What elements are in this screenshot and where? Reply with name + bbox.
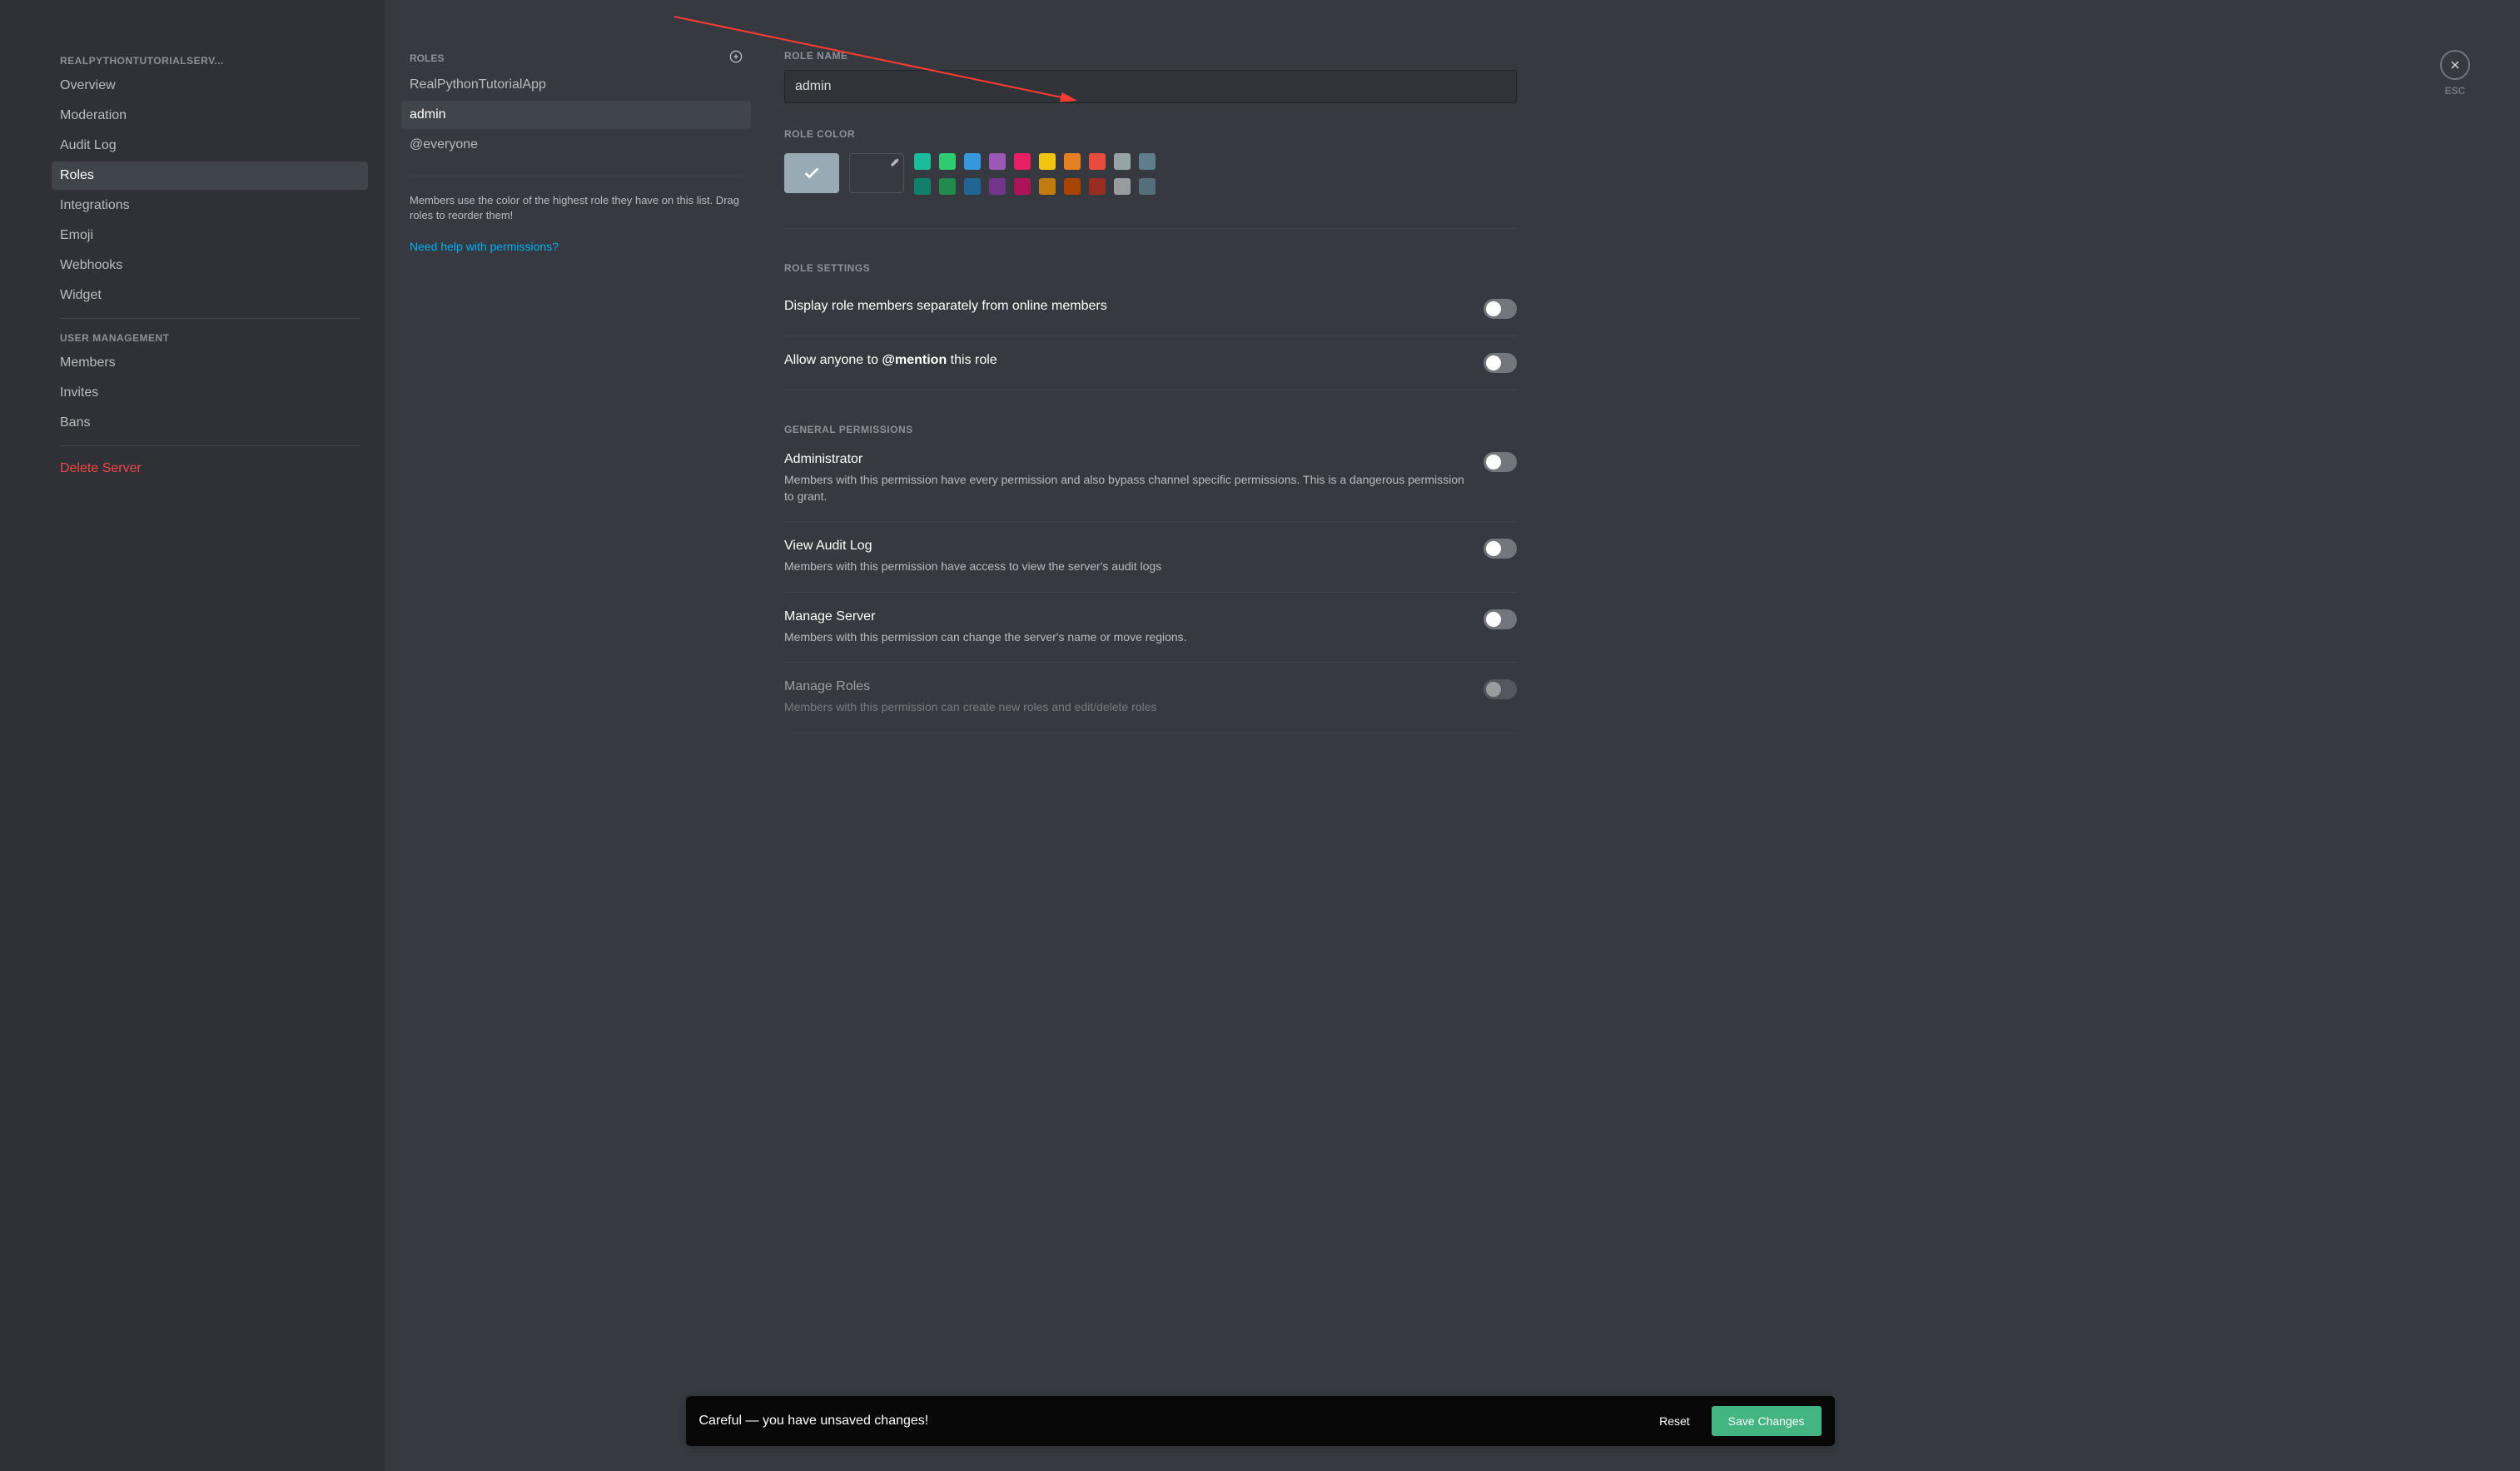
sidebar-item-members[interactable]: Members [52,349,368,377]
color-swatch[interactable] [989,178,1006,195]
color-swatch[interactable] [1064,153,1081,170]
sidebar-item-audit-log[interactable]: Audit Log [52,132,368,160]
allow-mention-prefix: Allow anyone to [784,353,882,367]
manage-server-row: Manage Server Members with this permissi… [784,593,1517,663]
divider [60,318,360,319]
esc-label: ESC [2445,85,2466,97]
add-role-icon[interactable] [729,50,743,66]
sidebar-item-bans[interactable]: Bans [52,409,368,437]
allow-mention-row: Allow anyone to @mention this role [784,336,1517,390]
delete-server-button[interactable]: Delete Server [52,455,368,483]
manage-server-desc: Members with this permission can change … [784,629,1467,646]
color-swatch[interactable] [1139,178,1156,195]
color-swatch[interactable] [939,153,956,170]
role-item[interactable]: admin [401,101,751,129]
view-audit-log-toggle[interactable] [1484,539,1517,559]
save-changes-button[interactable]: Save Changes [1712,1406,1822,1436]
display-separately-row: Display role members separately from onl… [784,282,1517,336]
unsaved-message: Careful — you have unsaved changes! [699,1414,1647,1429]
color-swatch[interactable] [964,178,981,195]
color-swatch[interactable] [1064,178,1081,195]
sidebar-item-moderation[interactable]: Moderation [52,102,368,130]
color-swatch[interactable] [1039,178,1056,195]
check-icon [803,164,821,182]
divider [784,228,1517,229]
role-item[interactable]: RealPythonTutorialApp [401,71,751,99]
permissions-help-link[interactable]: Need help with permissions? [401,240,751,253]
view-audit-log-row: View Audit Log Members with this permiss… [784,522,1517,593]
display-separately-label: Display role members separately from onl… [784,299,1467,314]
roles-list-column: Roles RealPythonTutorialAppadmin@everyon… [385,0,768,1471]
color-swatch[interactable] [1114,178,1131,195]
user-management-header: User Management [52,327,368,349]
sidebar-item-webhooks[interactable]: Webhooks [52,251,368,280]
role-name-label: Role Name [784,50,1517,62]
unsaved-changes-bar: Careful — you have unsaved changes! Rese… [686,1396,1835,1446]
allow-mention-toggle[interactable] [1484,353,1517,373]
display-separately-toggle[interactable] [1484,299,1517,319]
close-icon [2448,58,2462,72]
sidebar-item-widget[interactable]: Widget [52,281,368,310]
role-editor-column: Role Name Role Color Role Settings Displ… [768,0,2520,1471]
close-area: ESC [2440,50,2470,97]
view-audit-log-desc: Members with this permission have access… [784,559,1467,575]
eyedropper-icon [890,157,900,170]
color-swatch[interactable] [964,153,981,170]
manage-roles-row: Manage Roles Members with this permissio… [784,663,1517,733]
manage-roles-toggle[interactable] [1484,679,1517,699]
manage-server-title: Manage Server [784,609,1467,624]
roles-hint-text: Members use the color of the highest rol… [401,193,751,223]
sidebar-item-emoji[interactable]: Emoji [52,221,368,250]
left-sidebar: REALPYTHONTUTORIALSERV... OverviewModera… [0,0,385,1471]
administrator-toggle[interactable] [1484,452,1517,472]
color-swatch[interactable] [1089,178,1106,195]
sidebar-item-roles[interactable]: Roles [52,162,368,190]
divider [60,445,360,446]
administrator-desc: Members with this permission have every … [784,472,1467,504]
reset-button[interactable]: Reset [1646,1408,1703,1434]
manage-roles-title: Manage Roles [784,679,1467,694]
manage-server-toggle[interactable] [1484,609,1517,629]
allow-mention-suffix: this role [947,353,997,367]
close-button[interactable] [2440,50,2470,80]
roles-column-title: Roles [410,52,444,64]
color-palette [914,153,1156,195]
role-settings-header: Role Settings [784,262,1517,274]
administrator-title: Administrator [784,452,1467,467]
color-swatch[interactable] [1014,153,1031,170]
custom-color-swatch[interactable] [849,153,904,193]
view-audit-log-title: View Audit Log [784,539,1467,554]
sidebar-item-invites[interactable]: Invites [52,379,368,407]
color-swatch[interactable] [1039,153,1056,170]
allow-mention-bold: @mention [882,353,947,367]
server-name-header: REALPYTHONTUTORIALSERV... [52,50,368,72]
manage-roles-desc: Members with this permission can create … [784,699,1467,716]
color-swatch[interactable] [914,153,931,170]
administrator-row: Administrator Members with this permissi… [784,435,1517,522]
allow-mention-label: Allow anyone to @mention this role [784,353,1467,368]
role-item[interactable]: @everyone [401,131,751,159]
color-swatch[interactable] [1139,153,1156,170]
color-swatch[interactable] [1014,178,1031,195]
color-swatch[interactable] [1089,153,1106,170]
color-swatch[interactable] [989,153,1006,170]
sidebar-item-overview[interactable]: Overview [52,72,368,100]
sidebar-item-integrations[interactable]: Integrations [52,191,368,220]
default-color-swatch[interactable] [784,153,839,193]
role-name-input[interactable] [784,70,1517,103]
color-swatch[interactable] [914,178,931,195]
role-color-label: Role Color [784,128,1517,140]
color-swatch[interactable] [1114,153,1131,170]
color-swatch[interactable] [939,178,956,195]
general-permissions-header: General Permissions [784,424,1517,435]
